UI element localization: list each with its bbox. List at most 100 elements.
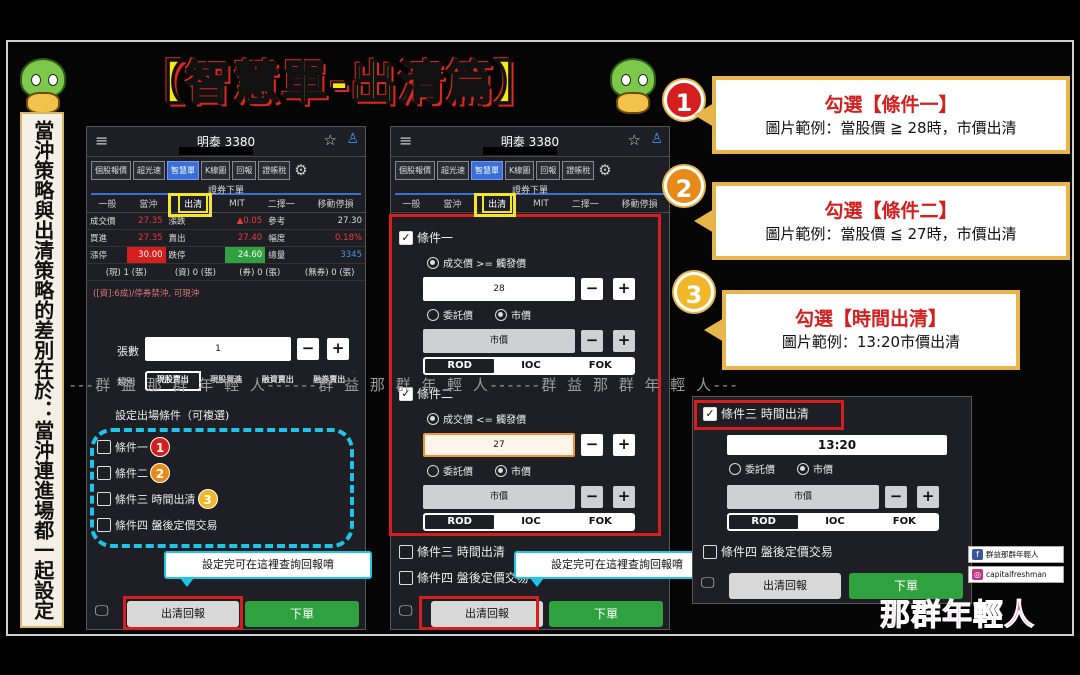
subtab-general[interactable]: 一般 xyxy=(98,197,116,210)
page-title: 【智慧單-出清篇】 xyxy=(136,55,543,111)
subtab-daytrade[interactable]: 當沖 xyxy=(443,197,461,210)
facebook-icon: f xyxy=(972,549,983,560)
submit-order-button[interactable]: 下單 xyxy=(549,601,663,627)
subtab-trailing-stop[interactable]: 移動停損 xyxy=(622,197,658,210)
clearance-report-button[interactable]: 出清回報 xyxy=(729,573,841,599)
quote-label: 成交價 xyxy=(87,213,127,230)
tab-smart-order[interactable]: 智慧單 xyxy=(471,160,503,180)
user-icon[interactable]: ♙ xyxy=(346,131,359,147)
callout-title: 勾選【條件二】 xyxy=(824,200,958,222)
tab-account[interactable]: 證帳稅 xyxy=(258,160,291,180)
condition-4-label: 條件四 盤後定價交易 xyxy=(417,571,529,585)
instagram-icon: ◎ xyxy=(972,569,983,580)
callout-time-clear: 勾選【時間出清】 圖片範例：13:20市價出清 xyxy=(704,290,1020,370)
monitor-icon[interactable]: 🖵 xyxy=(95,603,109,619)
tab-kline[interactable]: K線圖 xyxy=(505,160,535,180)
report-button-highlight xyxy=(419,596,539,630)
facebook-link[interactable]: f 群益那群年輕人 xyxy=(968,546,1064,563)
qty-plus-button[interactable]: + xyxy=(327,338,349,360)
redacted-account xyxy=(179,147,253,155)
table-row: 買進 27.35 賣出 27.40 幅度 0.18% xyxy=(87,229,365,247)
checkbox-icon[interactable] xyxy=(703,544,717,559)
quote-value: 3345 xyxy=(294,246,365,264)
price-type-row: 委託價 市價 xyxy=(729,461,833,476)
instagram-link[interactable]: ◎ capitalfreshman xyxy=(968,566,1064,583)
tab-report[interactable]: 回報 xyxy=(232,160,257,180)
submit-order-button[interactable]: 下單 xyxy=(245,601,359,627)
checkbox-icon[interactable] xyxy=(399,570,413,585)
clearance-tab-highlight xyxy=(474,193,516,217)
table-row: (現) 1 (張) (資) 0 (張) (券) 0 (張) (無券) 0 (張) xyxy=(87,263,365,281)
tab-speed[interactable]: 超光速 xyxy=(437,160,469,180)
subtab-mit[interactable]: MIT xyxy=(533,199,549,209)
quote-label: 賣出 xyxy=(165,229,226,247)
subtab-either[interactable]: 二擇一 xyxy=(572,197,599,210)
callout-title: 勾選【條件一】 xyxy=(824,94,958,116)
condition-4-label: 條件四 盤後定價交易 xyxy=(721,545,833,559)
step-3-marker: 3 xyxy=(674,272,714,312)
tif-rod[interactable]: ROD xyxy=(727,513,801,531)
quote-label: 幅度 xyxy=(265,229,295,247)
price-minus-button[interactable]: − xyxy=(885,486,907,508)
tab-report[interactable]: 回報 xyxy=(536,160,561,180)
checkbox-icon[interactable] xyxy=(399,544,413,559)
step-2-marker: 2 xyxy=(664,166,704,206)
price-plus-button[interactable]: + xyxy=(917,486,939,508)
tab-quote[interactable]: 個股報價 xyxy=(395,160,435,180)
quote-label: 總量 xyxy=(265,246,295,264)
tab-speed[interactable]: 超光速 xyxy=(133,160,165,180)
star-icon[interactable]: ☆ xyxy=(324,131,337,149)
gear-icon[interactable]: ⚙ xyxy=(598,161,611,179)
watermark: ---群 益 那 群 年 輕 人------群 益 那 群 年 輕 人-----… xyxy=(70,376,740,394)
user-icon[interactable]: ♙ xyxy=(650,131,663,147)
quote-value: 30.00 xyxy=(127,246,166,264)
quote-label: 跌停 xyxy=(165,246,226,264)
star-icon[interactable]: ☆ xyxy=(628,131,641,149)
inventory-cell: (現) 1 (張) xyxy=(87,263,166,281)
radio-icon[interactable] xyxy=(729,462,741,475)
tif-ioc[interactable]: IOC xyxy=(800,513,869,531)
time-input[interactable]: 13:20 xyxy=(727,435,947,455)
condition-3-row[interactable]: 條件三 時間出清 xyxy=(399,543,505,560)
app-header: ≡ 明泰 3380 ☆ ♙ xyxy=(391,127,669,157)
gear-icon[interactable]: ⚙ xyxy=(294,161,307,179)
condition-4-row[interactable]: 條件四 盤後定價交易 xyxy=(399,569,529,586)
tab-kline[interactable]: K線圖 xyxy=(201,160,231,180)
tab-smart-order[interactable]: 智慧單 xyxy=(167,160,199,180)
table-row: 成交價 27.35 漲跌 ▲0.05 參考 27.30 xyxy=(87,213,365,230)
clearance-tab-highlight xyxy=(168,193,212,217)
qty-input[interactable]: 1 xyxy=(145,337,291,361)
tif-fok[interactable]: FOK xyxy=(870,513,939,531)
order-type-tabs: 一般 當沖 出清 MIT 二擇一 移動停損 xyxy=(391,194,669,213)
app-header: ≡ 明泰 3380 ☆ ♙ xyxy=(87,127,365,157)
callout-condition-1: 勾選【條件一】 圖片範例：當股價 ≧ 28時，市價出清 xyxy=(694,76,1070,154)
quote-value: 27.35 xyxy=(127,213,166,230)
facebook-name: 群益那群年輕人 xyxy=(986,550,1039,559)
quote-value: 27.30 xyxy=(294,213,365,230)
condition-3-label: 條件三 時間出清 xyxy=(417,545,505,559)
qty-minus-button[interactable]: − xyxy=(297,338,319,360)
conditions-title: 設定出場條件（可複選) xyxy=(115,409,230,422)
subtab-general[interactable]: 一般 xyxy=(402,197,420,210)
subtab-mit[interactable]: MIT xyxy=(229,199,245,209)
subtab-either[interactable]: 二擇一 xyxy=(268,197,295,210)
radio-selected-icon[interactable] xyxy=(797,462,809,475)
instagram-handle: capitalfreshman xyxy=(986,570,1047,579)
callout-subtitle: 圖片範例：當股價 ≧ 28時，市價出清 xyxy=(765,119,1017,137)
tab-quote[interactable]: 個股報價 xyxy=(91,160,131,180)
monitor-icon[interactable]: 🖵 xyxy=(399,603,413,619)
section-title: 證券下單 xyxy=(395,183,665,196)
tab-account[interactable]: 證帳稅 xyxy=(562,160,595,180)
quote-value: 0.18% xyxy=(294,229,365,247)
subtab-trailing-stop[interactable]: 移動停損 xyxy=(318,197,354,210)
quote-value: 27.35 xyxy=(127,229,166,247)
condition-4-row[interactable]: 條件四 盤後定價交易 xyxy=(703,543,833,560)
order-price-input[interactable]: 市價 xyxy=(727,485,879,509)
social-links: f 群益那群年輕人 ◎ capitalfreshman xyxy=(968,546,1064,586)
subtab-daytrade[interactable]: 當沖 xyxy=(139,197,157,210)
monitor-icon[interactable]: 🖵 xyxy=(701,575,715,591)
section-title: 證券下單 xyxy=(91,183,361,196)
callout-subtitle: 圖片範例：當股價 ≦ 27時，市價出清 xyxy=(765,225,1017,243)
time-condition-highlight xyxy=(694,400,844,430)
quote-value: ▲0.05 xyxy=(225,213,266,230)
